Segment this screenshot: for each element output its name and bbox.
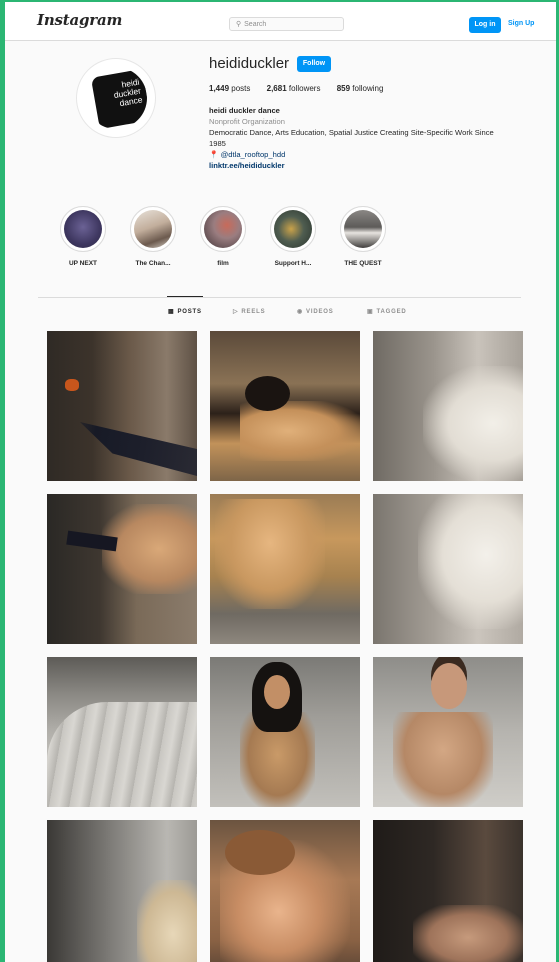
dancer-hair-shape	[245, 376, 290, 411]
profile-username: heididuckler	[209, 55, 290, 72]
tab-posts-label: POSTS	[177, 309, 202, 315]
post-thumbnail-1[interactable]	[47, 331, 197, 481]
highlight-up-next[interactable]: UP NEXT	[43, 206, 123, 267]
tabs-divider	[38, 297, 521, 298]
profile-bio: heidi duckler dance Nonprofit Organizati…	[209, 105, 549, 171]
post-thumbnail-9[interactable]	[373, 657, 523, 807]
post-thumbnail-3[interactable]	[373, 331, 523, 481]
dancer-leg-shape	[80, 422, 197, 476]
following-stat[interactable]: 859 following	[337, 84, 384, 93]
posts-stat: 1,449 posts	[209, 84, 250, 93]
white-dress-shape	[418, 494, 523, 629]
tab-videos-label: VIDEOS	[306, 309, 334, 315]
following-label: following	[352, 84, 384, 93]
seated-woman-face	[264, 675, 290, 709]
tab-tagged-label: TAGGED	[376, 309, 407, 315]
embrace-hair-shape	[225, 830, 295, 875]
highlight-cover	[270, 206, 316, 252]
post-thumbnail-2[interactable]	[210, 331, 360, 481]
search-placeholder: Search	[244, 21, 267, 28]
highlight-cover	[200, 206, 246, 252]
highlight-cover	[340, 206, 386, 252]
top-nav: Instagram ⚲ Search Log in Sign Up	[5, 2, 556, 41]
video-icon: ◉	[297, 309, 304, 315]
avatar-logo-card: heidi duckler dance	[90, 68, 147, 129]
dancer-dress-shape	[102, 504, 197, 594]
posts-count: 1,449	[209, 84, 230, 93]
pin-icon: 📍	[209, 150, 219, 159]
active-tab-indicator	[167, 296, 203, 297]
highlight-support-h[interactable]: Support H...	[253, 206, 333, 267]
highlight-label: Support H...	[274, 260, 312, 267]
grid-icon: ▦	[168, 309, 175, 315]
followers-stat[interactable]: 2,681 followers	[267, 84, 321, 93]
profile-avatar-ring[interactable]: heidi duckler dance	[76, 58, 156, 138]
highlight-thumbnail	[134, 210, 172, 248]
reclining-figure-shape	[413, 905, 523, 962]
search-input[interactable]: ⚲ Search	[229, 17, 344, 31]
white-dress-shape	[423, 366, 523, 481]
followers-label: followers	[288, 84, 321, 93]
avatar-logo-text: heidi duckler dance	[112, 76, 144, 109]
tab-reels[interactable]: ▷ REELS	[233, 308, 265, 315]
highlight-thumbnail	[64, 210, 102, 248]
post-thumbnail-5[interactable]	[210, 494, 360, 644]
highlight-cover	[130, 206, 176, 252]
dress-fringe-shape	[137, 880, 197, 962]
instagram-logo[interactable]: Instagram	[37, 11, 122, 29]
post-thumbnail-12[interactable]	[373, 820, 523, 962]
highlight-the-chan[interactable]: The Chan...	[113, 206, 193, 267]
avatar: heidi duckler dance	[85, 67, 147, 129]
login-button[interactable]: Log in	[469, 17, 501, 33]
followers-count: 2,681	[266, 84, 287, 93]
bio-line-2: 1985	[209, 139, 226, 148]
dancer-dress-shape	[240, 401, 360, 461]
highlight-thumbnail	[274, 210, 312, 248]
tab-videos[interactable]: ◉ VIDEOS	[297, 308, 334, 315]
dancer-dress-shape	[215, 499, 325, 609]
post-thumbnail-11[interactable]	[210, 820, 360, 962]
post-thumbnail-8[interactable]	[210, 657, 360, 807]
tab-posts[interactable]: ▦ POSTS	[168, 308, 202, 315]
tab-reels-label: REELS	[241, 309, 266, 315]
profile-stats: 1,449 posts 2,681 followers 859 followin…	[209, 84, 397, 93]
highlight-label: The Chan...	[135, 260, 171, 267]
post-thumbnail-7[interactable]	[47, 657, 197, 807]
bio-line-1: Democratic Dance, Arts Education, Spatia…	[209, 128, 494, 137]
post-thumbnail-4[interactable]	[47, 494, 197, 644]
story-highlights: UP NEXT The Chan... film Support H... TH…	[43, 206, 403, 276]
highlight-the-quest[interactable]: THE QUEST	[323, 206, 403, 267]
profile-category: Nonprofit Organization	[209, 117, 285, 126]
signup-link[interactable]: Sign Up	[508, 20, 534, 27]
location-mention-link[interactable]: @dtla_rooftop_hdd	[221, 150, 286, 159]
highlight-thumbnail	[344, 210, 382, 248]
highlight-label: UP NEXT	[68, 260, 98, 267]
instagram-window: Instagram ⚲ Search Log in Sign Up heidi d…	[5, 2, 556, 962]
highlight-thumbnail	[204, 210, 242, 248]
reels-icon: ▷	[233, 309, 239, 315]
seated-man-body	[393, 712, 493, 807]
posts-label: posts	[231, 84, 251, 93]
booth-seat-shape	[47, 702, 197, 807]
tab-tagged[interactable]: ▣ TAGGED	[367, 308, 407, 315]
highlight-cover	[60, 206, 106, 252]
bio-location: 📍 @dtla_rooftop_hdd	[209, 149, 549, 160]
profile-website-link[interactable]: linktr.ee/heididuckler	[209, 160, 549, 171]
orange-shoe-shape	[65, 379, 79, 391]
search-icon: ⚲	[236, 21, 242, 28]
seated-man-head	[431, 663, 467, 709]
post-thumbnail-10[interactable]	[47, 820, 197, 962]
post-thumbnail-6[interactable]	[373, 494, 523, 644]
following-count: 859	[336, 84, 351, 93]
highlight-label: THE QUEST	[344, 260, 382, 267]
highlight-label: film	[217, 260, 229, 267]
tagged-icon: ▣	[367, 309, 374, 315]
highlight-film[interactable]: film	[183, 206, 263, 267]
follow-button[interactable]: Follow	[297, 56, 331, 72]
profile-full-name: heidi duckler dance	[209, 106, 280, 115]
